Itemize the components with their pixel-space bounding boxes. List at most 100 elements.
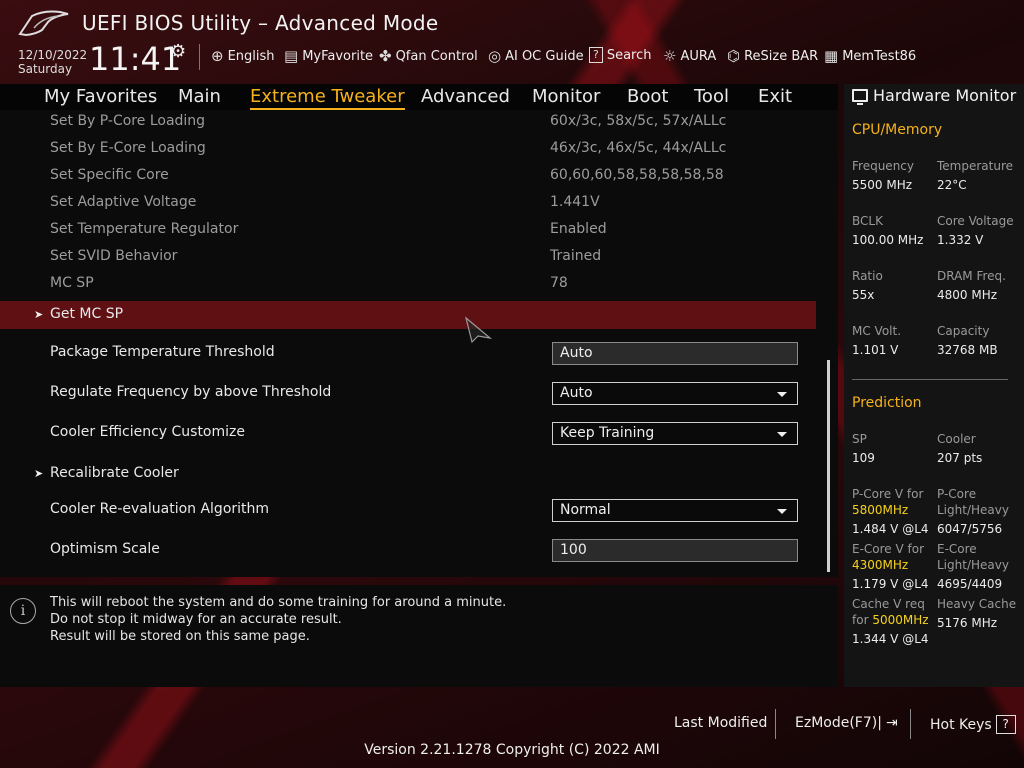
setting-value: 46x/3c, 46x/5c, 44x/ALLc bbox=[550, 140, 727, 156]
chevron-down-icon bbox=[777, 509, 787, 514]
main-nav: My Favorites Main Extreme Tweaker Advanc… bbox=[0, 84, 838, 110]
search-button[interactable]: ? Search bbox=[589, 47, 652, 63]
capacity-label: Capacity bbox=[937, 324, 990, 338]
aura-button[interactable]: ☼ AURA bbox=[663, 47, 716, 65]
memtest-icon: ▦ bbox=[824, 47, 839, 65]
help-text-line: Result will be stored on this same page. bbox=[50, 629, 310, 644]
fan-icon: ✤ bbox=[379, 47, 392, 65]
tab-tool[interactable]: Tool bbox=[694, 86, 729, 107]
dram-freq-value: 4800 MHz bbox=[937, 288, 998, 302]
resize-bar-icon: ⌬ bbox=[727, 47, 741, 65]
sp-value: 109 bbox=[852, 451, 875, 465]
last-modified-label: Last Modified bbox=[674, 715, 768, 731]
search-icon: ? bbox=[589, 47, 603, 63]
cache-v-value: 1.344 V @L4 bbox=[852, 632, 929, 646]
heavy-cache-label: Heavy Cache bbox=[937, 597, 1017, 611]
myfavorite-label: MyFavorite bbox=[302, 48, 374, 64]
cooler-value: 207 pts bbox=[937, 451, 983, 465]
ratio-label: Ratio bbox=[852, 269, 883, 283]
myfavorite-button[interactable]: ▤ MyFavorite bbox=[284, 47, 373, 65]
ecore-lh-label-2: Light/Heavy bbox=[937, 558, 1009, 572]
mc-volt-label: MC Volt. bbox=[852, 324, 902, 338]
language-button[interactable]: ⊕ English bbox=[211, 47, 275, 65]
ai-oc-guide-label: AI OC Guide bbox=[505, 48, 584, 64]
scrollbar[interactable] bbox=[827, 360, 830, 572]
rog-logo-icon bbox=[18, 10, 69, 37]
date-text: 12/10/2022 bbox=[18, 48, 88, 62]
submenu-arrow-icon: ➤ bbox=[34, 467, 44, 480]
regulate-frequency-select[interactable]: Auto bbox=[552, 382, 798, 405]
help-text-line: Do not stop it midway for an accurate re… bbox=[50, 612, 342, 627]
help-text-line: This will reboot the system and do some … bbox=[50, 595, 507, 610]
ecore-lh-label: E-Core Light/Heavy bbox=[937, 541, 1009, 573]
divider bbox=[910, 709, 911, 739]
setting-label: Set By P-Core Loading bbox=[50, 113, 206, 129]
tab-advanced[interactable]: Advanced bbox=[421, 86, 510, 107]
setting-value: 60,60,60,58,58,58,58,58 bbox=[550, 167, 724, 183]
cache-v-label-1: Cache V req bbox=[852, 597, 925, 611]
language-label: English bbox=[227, 48, 275, 64]
tab-exit[interactable]: Exit bbox=[758, 86, 792, 107]
cooler-reeval-select[interactable]: Normal bbox=[552, 499, 798, 522]
globe-icon: ⊕ bbox=[211, 47, 224, 65]
hot-keys-label: Hot Keys bbox=[930, 716, 992, 733]
ai-oc-guide-button[interactable]: ◎ AI OC Guide bbox=[488, 47, 584, 65]
exit-arrow-icon: ⇥ bbox=[885, 715, 898, 731]
setting-value: Trained bbox=[550, 248, 602, 264]
optimism-scale-input[interactable]: 100 bbox=[552, 539, 798, 562]
frequency-value: 5500 MHz bbox=[852, 178, 913, 192]
hardware-monitor-title: Hardware Monitor bbox=[852, 86, 1016, 105]
capacity-value: 32768 MB bbox=[937, 343, 998, 357]
get-mc-sp-item[interactable]: ➤ Get MC SP bbox=[0, 301, 816, 329]
mouse-cursor-icon bbox=[464, 316, 492, 344]
temperature-value: 22°C bbox=[937, 178, 967, 192]
resize-bar-label: ReSize BAR bbox=[744, 48, 819, 64]
hot-keys-button[interactable]: Hot Keys ? bbox=[930, 715, 1016, 734]
package-temp-threshold-label: Package Temperature Threshold bbox=[50, 344, 275, 360]
tab-monitor[interactable]: Monitor bbox=[532, 86, 600, 107]
package-temp-threshold-input[interactable]: Auto bbox=[552, 342, 798, 365]
mc-volt-value: 1.101 V bbox=[852, 343, 899, 357]
setting-label: MC SP bbox=[50, 275, 94, 291]
ecore-v-freq: 4300MHz bbox=[852, 558, 909, 572]
hardware-monitor-panel: Hardware Monitor CPU/Memory Frequency 55… bbox=[844, 84, 1024, 687]
setting-value: Enabled bbox=[550, 221, 607, 237]
heavy-cache-value: 5176 MHz bbox=[937, 616, 998, 630]
memtest-label: MemTest86 bbox=[842, 48, 917, 64]
divider bbox=[775, 709, 776, 739]
header: UEFI BIOS Utility – Advanced Mode 12/10/… bbox=[0, 0, 1024, 84]
clock: 11:41 bbox=[89, 40, 182, 78]
qfan-label: Qfan Control bbox=[395, 48, 478, 64]
help-key-icon: ? bbox=[995, 715, 1016, 734]
setting-label: Set Specific Core bbox=[50, 167, 169, 183]
divider bbox=[199, 44, 200, 70]
setting-label: Set SVID Behavior bbox=[50, 248, 178, 264]
tab-extreme-tweaker[interactable]: Extreme Tweaker bbox=[250, 86, 405, 110]
hardware-monitor-title-text: Hardware Monitor bbox=[873, 86, 1017, 105]
tab-main[interactable]: Main bbox=[178, 86, 221, 107]
ratio-value: 55x bbox=[852, 288, 875, 302]
ai-guide-icon: ◎ bbox=[488, 47, 502, 65]
optimism-scale-label: Optimism Scale bbox=[50, 541, 160, 557]
bclk-value: 100.00 MHz bbox=[852, 233, 924, 247]
resize-bar-button[interactable]: ⌬ ReSize BAR bbox=[727, 47, 818, 65]
regulate-frequency-value: Auto bbox=[560, 385, 593, 401]
day-text: Saturday bbox=[18, 62, 73, 76]
sp-label: SP bbox=[852, 432, 867, 446]
temperature-label: Temperature bbox=[937, 159, 1014, 173]
cooler-efficiency-select[interactable]: Keep Training bbox=[552, 422, 798, 445]
dram-freq-label: DRAM Freq. bbox=[937, 269, 1006, 283]
qfan-control-button[interactable]: ✤ Qfan Control bbox=[379, 47, 478, 65]
pcore-v-label-text: P-Core V for bbox=[852, 487, 924, 501]
gear-icon[interactable]: ⚙ bbox=[170, 41, 186, 62]
pcore-v-value: 1.484 V @L4 bbox=[852, 522, 929, 536]
ecore-v-label: E-Core V for 4300MHz bbox=[852, 541, 924, 573]
ecore-v-label-text: E-Core V for bbox=[852, 542, 925, 556]
cache-v-freq: 5000MHz bbox=[872, 613, 929, 627]
memtest-button[interactable]: ▦ MemTest86 bbox=[824, 47, 916, 65]
frequency-label: Frequency bbox=[852, 159, 914, 173]
tab-my-favorites[interactable]: My Favorites bbox=[44, 86, 157, 107]
ezmode-button[interactable]: EzMode(F7)| ⇥ bbox=[795, 715, 898, 731]
last-modified-button[interactable]: Last Modified bbox=[674, 715, 767, 731]
tab-boot[interactable]: Boot bbox=[627, 86, 668, 107]
